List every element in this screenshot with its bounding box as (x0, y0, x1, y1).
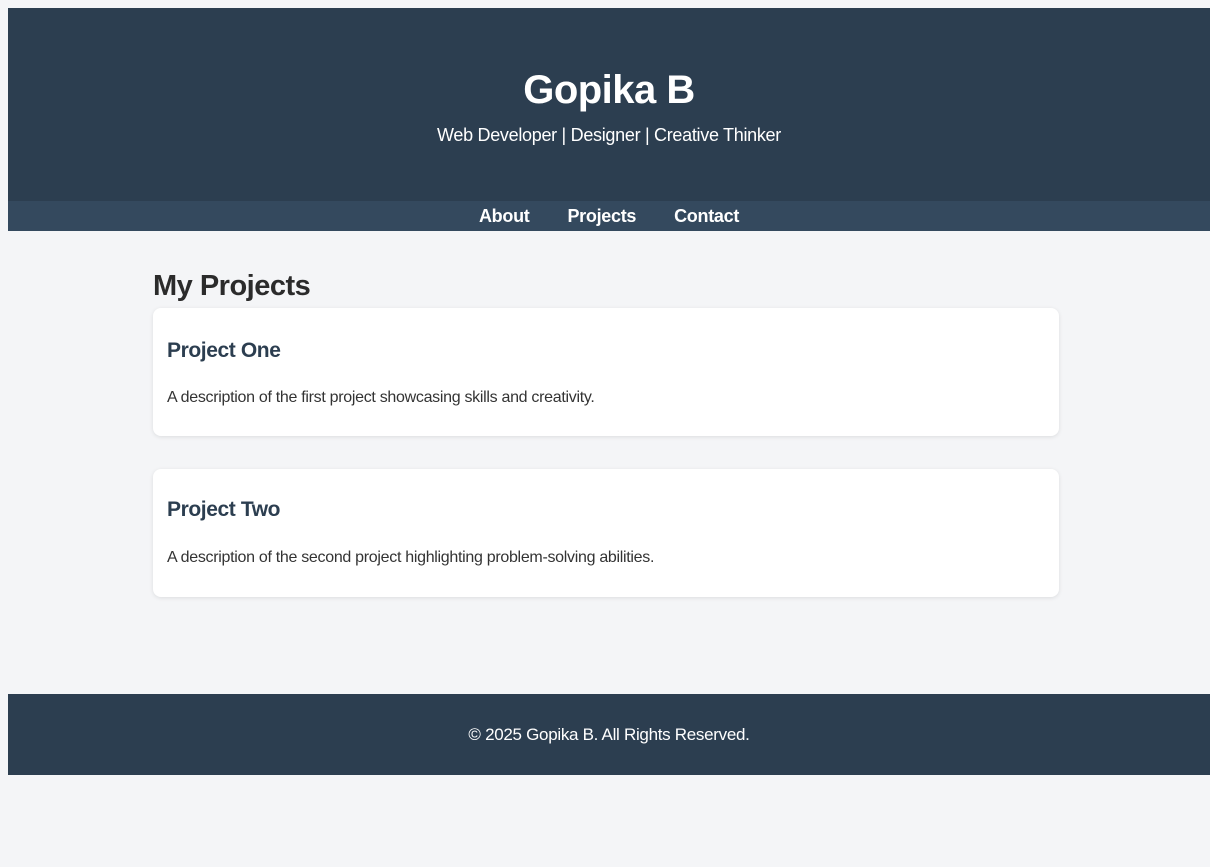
site-footer: © 2025 Gopika B. All Rights Reserved. (8, 694, 1210, 775)
site-title: Gopika B (523, 68, 695, 112)
site-tagline: Web Developer | Designer | Creative Thin… (437, 125, 781, 145)
section-title: My Projects (153, 270, 311, 302)
site-header: Gopika B Web Developer | Designer | Crea… (8, 8, 1210, 201)
nav-link-about[interactable]: About (479, 201, 530, 231)
nav-link-contact[interactable]: Contact (674, 201, 739, 231)
page: Gopika B Web Developer | Designer | Crea… (8, 8, 1210, 775)
project-card: Project One A description of the first p… (153, 308, 1059, 436)
projects-section: My Projects Project One A description of… (8, 231, 1210, 694)
main-nav: About Projects Contact (8, 201, 1210, 231)
project-description: A description of the first project showc… (167, 389, 595, 406)
project-title: Project One (167, 339, 281, 362)
nav-link-projects[interactable]: Projects (567, 201, 636, 231)
footer-copyright: © 2025 Gopika B. All Rights Reserved. (468, 725, 750, 744)
project-card: Project Two A description of the second … (153, 469, 1059, 597)
project-description: A description of the second project high… (167, 549, 655, 566)
project-title: Project Two (167, 498, 281, 521)
